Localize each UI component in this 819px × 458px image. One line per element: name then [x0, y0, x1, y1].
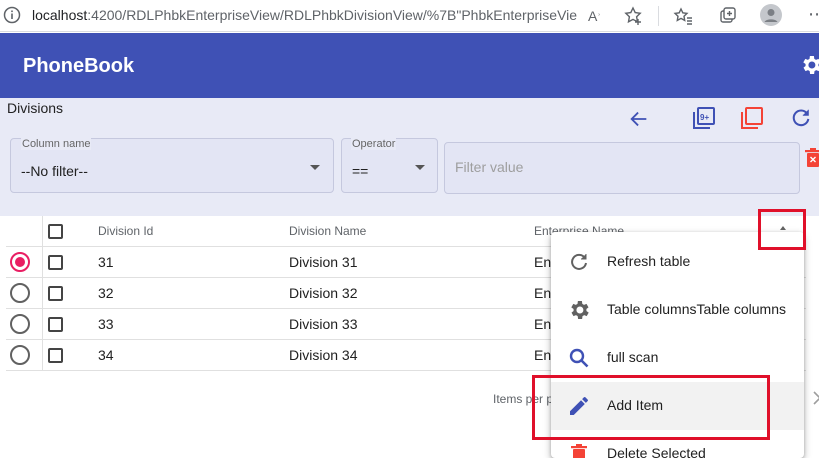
select-all-checkbox[interactable]	[48, 224, 63, 239]
more-menu-icon[interactable]: ⋯	[808, 4, 819, 25]
cell-division-name: Division 33	[289, 316, 358, 332]
menu-item-label: Refresh table	[607, 253, 691, 269]
refresh-icon[interactable]	[790, 107, 812, 129]
operator-select[interactable]: Operator ==	[341, 138, 438, 193]
operator-label: Operator	[351, 138, 397, 150]
highlight-box-add-item	[532, 375, 770, 440]
column-header-division-id[interactable]: Division Id	[98, 224, 153, 238]
cell-division-name: Division 31	[289, 254, 358, 270]
row-select-radio[interactable]	[10, 252, 30, 272]
menu-item-label: full scan	[607, 349, 659, 365]
read-aloud-icon[interactable]: Aʾ	[588, 4, 612, 28]
panel-title: Divisions	[7, 100, 64, 116]
row-checkbox[interactable]	[48, 255, 63, 270]
column-name-select[interactable]: Column name --No filter--	[10, 138, 334, 193]
trash-icon	[571, 444, 587, 458]
app-title: PhoneBook	[23, 55, 135, 77]
add-favorite-icon[interactable]	[621, 4, 645, 28]
menu-item-label: Delete Selected	[607, 445, 706, 458]
menu-item-label: Table columnsTable columns	[607, 301, 786, 317]
filter-value-input[interactable]: Filter value	[444, 142, 800, 194]
row-select-radio[interactable]	[10, 345, 30, 365]
chevron-down-icon	[415, 165, 425, 170]
address-bar[interactable]: localhost:4200/RDLPhbkEnterpriseView/RDL…	[32, 7, 578, 23]
filter-nine-plus-icon[interactable]: 9+	[692, 106, 716, 130]
chevron-down-icon	[310, 165, 320, 170]
row-select-radio[interactable]	[10, 283, 30, 303]
highlight-box-menu-trigger	[758, 209, 806, 250]
copy-selection-icon[interactable]	[740, 106, 764, 130]
row-checkbox[interactable]	[48, 317, 63, 332]
cell-division-id: 34	[98, 347, 114, 363]
svg-text:9+: 9+	[700, 113, 709, 122]
url-path: :4200/RDLPhbkEnterpriseView/RDLPhbkDivis…	[87, 7, 578, 23]
menu-item-table-columns[interactable]: Table columnsTable columns	[551, 286, 804, 334]
collections-icon[interactable]	[716, 4, 740, 28]
column-name-value: --No filter--	[21, 163, 88, 179]
site-info-icon[interactable]	[2, 5, 22, 25]
chevron-right-icon[interactable]	[811, 390, 819, 406]
column-header-division-name[interactable]: Division Name	[289, 224, 366, 238]
cell-division-id: 31	[98, 254, 114, 270]
browser-toolbar: localhost:4200/RDLPhbkEnterpriseView/RDL…	[0, 0, 819, 32]
cell-division-name: Division 34	[289, 347, 358, 363]
clear-filter-trash-icon[interactable]	[805, 148, 819, 168]
row-checkbox[interactable]	[48, 286, 63, 301]
operator-value: ==	[352, 163, 369, 179]
favorites-icon[interactable]	[671, 4, 695, 28]
back-arrow-icon[interactable]	[628, 108, 650, 130]
filter-value-placeholder: Filter value	[455, 159, 524, 175]
row-select-radio[interactable]	[10, 314, 30, 334]
cell-division-id: 32	[98, 285, 114, 301]
url-host: localhost	[32, 7, 88, 23]
app-toolbar: PhoneBook	[0, 33, 819, 98]
filter-panel: Divisions 9+ Column name --No filter-- O…	[0, 98, 819, 216]
refresh-icon	[571, 253, 587, 270]
column-name-label: Column name	[21, 138, 92, 150]
settings-gear-icon[interactable]	[799, 53, 819, 77]
profile-avatar-icon[interactable]	[760, 4, 782, 26]
cell-division-name: Division 32	[289, 285, 358, 301]
cell-division-id: 33	[98, 316, 114, 332]
toolbar-divider	[658, 6, 659, 26]
gear-icon	[571, 301, 589, 319]
row-checkbox[interactable]	[48, 348, 63, 363]
search-icon	[569, 348, 589, 368]
